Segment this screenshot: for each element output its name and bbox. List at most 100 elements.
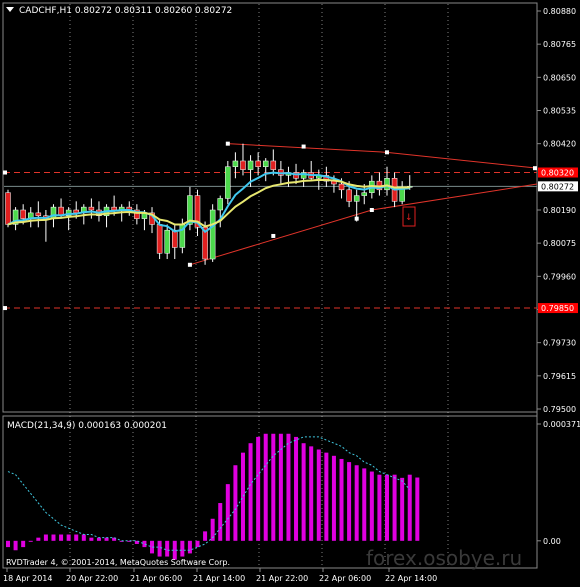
price-axis-ticks: 0.80880 0.80765 0.80650 0.80535 0.80420 0.801… (537, 7, 576, 414)
macd-bar (286, 433, 291, 541)
macd-bar (187, 540, 192, 554)
macd-bar (385, 474, 389, 541)
macd-bar (415, 477, 420, 541)
price-tick-label: 0.80650 (543, 73, 576, 82)
level-handle[interactable] (3, 306, 7, 311)
macd-bar (256, 436, 261, 541)
macd-bar (294, 436, 299, 541)
candle-body (361, 192, 368, 196)
price-tick-label: 0.79730 (543, 339, 576, 348)
trading-chart[interactable]: CADCHF,H1 0.80272 0.80311 0.80260 0.8027… (0, 0, 580, 587)
lower-trendline[interactable] (189, 183, 538, 266)
price-tick-label: 0.80765 (543, 40, 576, 49)
macd-bar (66, 534, 71, 541)
macd-bar (89, 537, 94, 541)
price-tick-label: 0.80535 (543, 107, 576, 116)
macd-bar (81, 534, 86, 541)
candle-body (338, 183, 345, 191)
level-handle[interactable] (3, 170, 7, 175)
macd-bar (271, 433, 276, 541)
time-label: 18 Apr 2014 (3, 574, 52, 583)
macd-bar (263, 433, 268, 541)
candle-body (88, 206, 95, 211)
candle-body (156, 224, 163, 254)
macd-bar (6, 540, 10, 548)
price-line-label: 0.79850 (541, 304, 574, 313)
macd-bar (28, 540, 33, 542)
price-tick-label: 0.80880 (543, 7, 576, 16)
signal-arrow-icon: ↓ (405, 213, 413, 223)
macd-bar (369, 471, 374, 541)
price-tick-label: 0.79960 (543, 272, 576, 281)
trendline-anchor[interactable] (385, 150, 389, 155)
macd-bar (225, 484, 230, 541)
macd-bar (165, 540, 170, 557)
price-line-label: 0.80272 (541, 182, 574, 191)
macd-axis-ticks: 0.000371 0.00 (537, 420, 580, 546)
symbol-dropdown-icon[interactable] (6, 7, 14, 12)
candle-body (270, 160, 277, 170)
trendline-anchor[interactable] (225, 141, 230, 146)
copyright-text: RVDTrader 4, © 2001-2014, MetaQuotes Sof… (6, 558, 230, 567)
macd-bar (301, 443, 306, 541)
price-line-label: 0.80320 (541, 169, 574, 178)
candle-body (164, 229, 170, 254)
time-label: 21 Apr 14:00 (193, 574, 245, 583)
candle-body (240, 160, 246, 170)
candle-body (346, 189, 352, 202)
time-label: 21 Apr 06:00 (130, 574, 182, 583)
macd-bar (347, 462, 352, 541)
macd-bar (203, 531, 208, 541)
macd-bar (74, 534, 79, 541)
macd-bar (233, 465, 238, 541)
macd-tick-label: 0.000371 (543, 420, 580, 429)
candles (5, 143, 413, 265)
macd-bar (59, 534, 64, 541)
candle-body (111, 206, 117, 211)
macd-bar (13, 540, 18, 551)
macd-bar (339, 458, 344, 541)
macd-bar (407, 474, 412, 541)
candle-body (217, 198, 223, 211)
time-label: 20 Apr 22:00 (66, 574, 118, 583)
candle-body (5, 192, 11, 225)
candle-body (172, 229, 178, 248)
macd-tick-label: 0.00 (543, 537, 561, 546)
macd-bar (51, 534, 56, 541)
symbol-info: CADCHF,H1 0.80272 0.80311 0.80260 0.8027… (19, 6, 232, 16)
macd-bar (362, 468, 367, 541)
candle-body (225, 166, 231, 199)
candle-body (20, 209, 26, 219)
time-label: 22 Apr 06:00 (319, 574, 371, 583)
candle-body (232, 160, 239, 167)
macd-bar (377, 474, 382, 541)
macd-bar (180, 540, 185, 557)
macd-label: MACD(21,34,9) 0.000163 0.000201 (7, 421, 167, 431)
macd-bar (43, 534, 48, 541)
trendline-anchor[interactable] (301, 144, 306, 149)
macd-histogram (6, 433, 420, 560)
time-axis: 18 Apr 2014 20 Apr 22:00 21 Apr 06:00 21 Ap… (3, 568, 437, 583)
macd-bar (400, 477, 405, 541)
trendline-anchor[interactable] (369, 208, 374, 212)
price-tick-label: 0.79500 (543, 405, 576, 414)
macd-bar (248, 443, 253, 541)
candle-body (35, 212, 42, 217)
time-label: 22 Apr 14:00 (385, 574, 437, 583)
trendline-anchor[interactable] (271, 233, 276, 238)
candle-body (353, 195, 360, 202)
price-tick-label: 0.80420 (543, 140, 576, 149)
macd-bar (316, 449, 321, 541)
trendline-anchor[interactable] (187, 262, 192, 267)
trendline-anchor[interactable] (533, 166, 537, 171)
macd-bar (324, 452, 329, 541)
candle-body (384, 178, 390, 191)
macd-bar (36, 537, 41, 541)
candle-body (262, 160, 269, 167)
macd-bar (331, 455, 336, 541)
watermark: forex.osobye.ru (366, 546, 522, 570)
macd-bar (157, 540, 162, 557)
macd-bar (142, 540, 147, 548)
price-tick-label: 0.79615 (543, 372, 576, 381)
time-label: 21 Apr 22:00 (256, 574, 308, 583)
